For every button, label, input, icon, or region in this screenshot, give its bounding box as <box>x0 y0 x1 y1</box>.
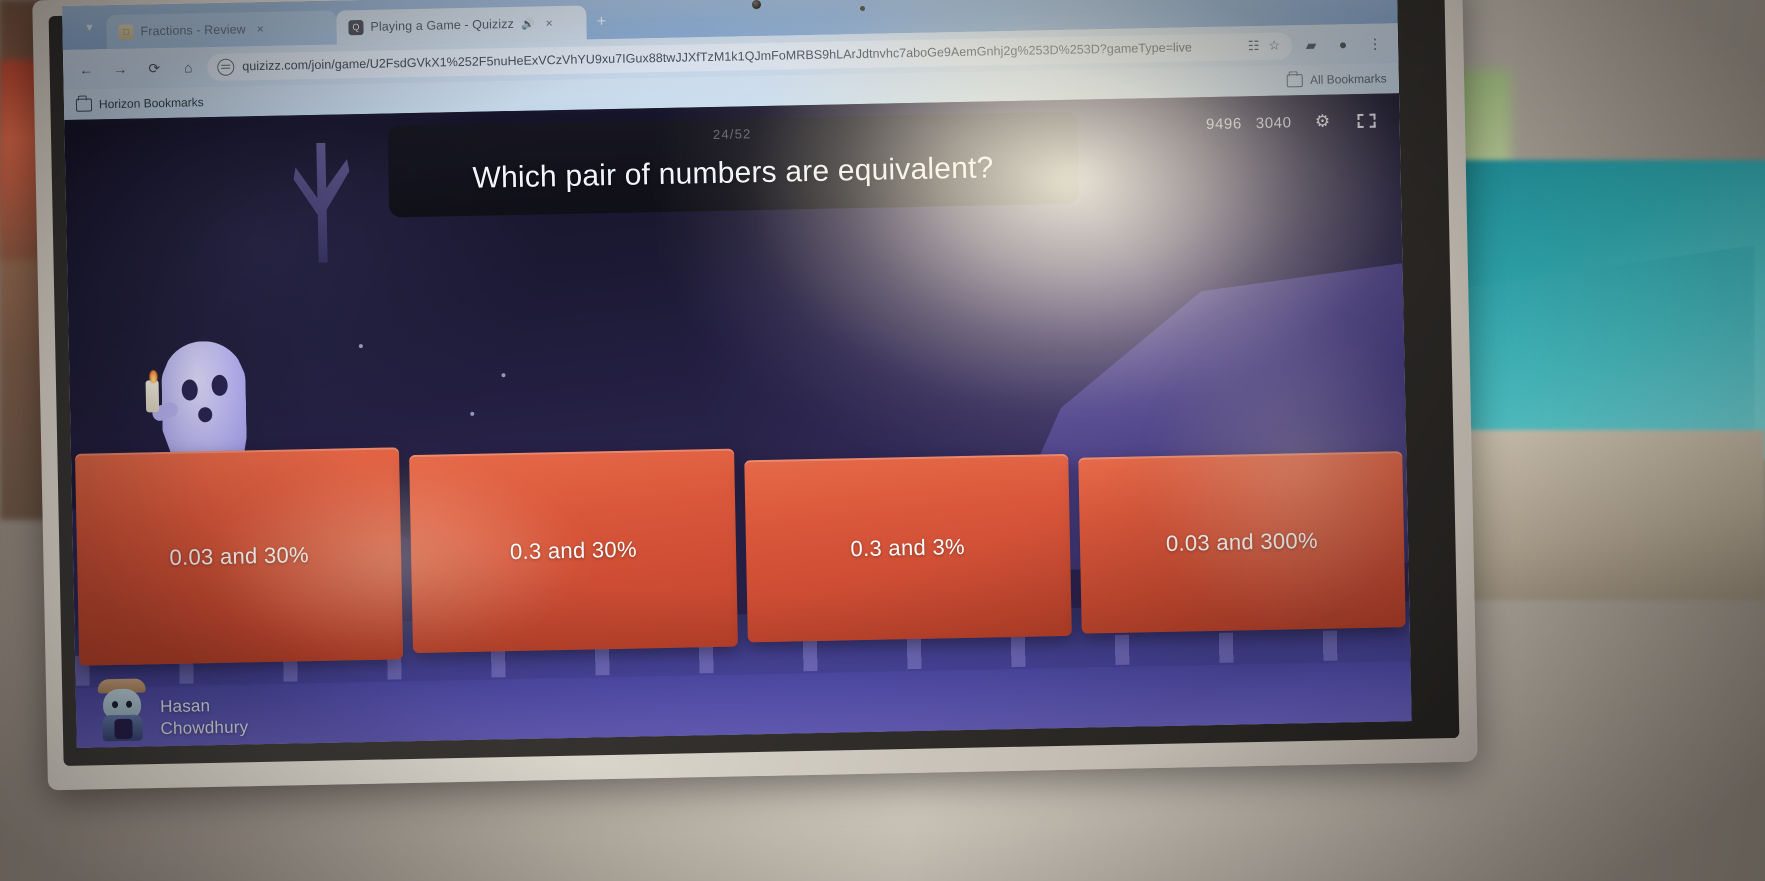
all-bookmarks-label: All Bookmarks <box>1309 71 1387 87</box>
tab-search-chevron-icon[interactable]: ▾ <box>72 5 107 50</box>
forward-icon[interactable]: → <box>105 54 136 85</box>
answer-label: 0.03 and 300% <box>1165 527 1319 556</box>
player-last-name: Chowdhury <box>160 717 249 739</box>
answer-label: 0.3 and 3% <box>850 533 966 562</box>
tab-title: Playing a Game - Quizizz <box>370 16 515 34</box>
home-icon[interactable]: ⌂ <box>173 52 204 83</box>
bookmark-label: Horizon Bookmarks <box>98 95 204 112</box>
question-text: Which pair of numbers are equivalent? <box>472 151 994 196</box>
bookmark-horizon-bookmarks[interactable]: Horizon Bookmarks <box>75 95 204 112</box>
score-secondary: 3040 <box>1255 113 1292 132</box>
star-icon[interactable]: ☆ <box>1268 38 1280 54</box>
fullscreen-icon[interactable] <box>1353 108 1380 135</box>
gear-icon[interactable]: ⚙ <box>1309 108 1336 135</box>
profile-icon[interactable]: ● <box>1328 29 1359 60</box>
score-primary: 9496 <box>1205 114 1242 133</box>
answer-option-3[interactable]: 0.3 and 3% <box>743 453 1072 643</box>
answer-options: 0.03 and 30% 0.3 and 30% 0.3 and 3% 0.03… <box>71 413 1410 666</box>
folder-icon <box>1286 73 1304 87</box>
score-display: 9496 3040 <box>1206 114 1292 133</box>
player-badge: Hasan Chowdhury <box>94 676 249 742</box>
avatar-eye <box>125 700 133 708</box>
sparkle <box>358 344 363 349</box>
answer-option-4[interactable]: 0.03 and 300% <box>1078 451 1406 634</box>
new-tab-button[interactable]: + <box>586 5 617 40</box>
document-icon: □ <box>118 24 134 40</box>
kebab-menu-icon[interactable]: ⋮ <box>1360 28 1391 59</box>
avatar <box>94 678 151 742</box>
quizizz-game-page: 9496 3040 ⚙ Which pair of numbers are eq… <box>64 93 1412 748</box>
avatar-eye <box>111 701 119 709</box>
browser-tab-playing-a-game-quizizz[interactable]: Q Playing a Game - Quizizz 🔊 × <box>336 5 587 45</box>
webcam-led <box>859 5 866 12</box>
player-first-name: Hasan <box>159 695 211 716</box>
tab-audio-icon[interactable]: 🔊 <box>521 17 535 30</box>
answer-label: 0.03 and 30% <box>169 542 310 570</box>
tab-title: Fractions - Review <box>140 22 246 39</box>
answer-label: 0.3 and 30% <box>509 536 638 565</box>
flame-icon <box>149 370 158 384</box>
browser-tab-fractions-review[interactable]: □ Fractions - Review × <box>106 10 337 50</box>
sparkle <box>501 373 506 378</box>
quizizz-icon: Q <box>348 19 364 35</box>
sparkle <box>470 411 475 416</box>
candle-icon <box>145 380 160 413</box>
back-icon[interactable]: ← <box>71 54 102 85</box>
close-icon[interactable]: × <box>546 16 553 30</box>
qr-code-icon[interactable]: ☷ <box>1248 38 1260 54</box>
answer-option-1[interactable]: 0.03 and 30% <box>74 447 404 666</box>
extensions-icon[interactable]: ▰ <box>1296 30 1327 61</box>
reload-icon[interactable]: ⟳ <box>139 53 170 84</box>
question-counter: 24/52 <box>712 126 752 142</box>
game-hud: 9496 3040 ⚙ <box>1206 108 1380 137</box>
folder-icon <box>75 97 93 112</box>
answer-option-2[interactable]: 0.3 and 30% <box>409 448 738 654</box>
player-name: Hasan Chowdhury <box>160 694 249 740</box>
address-bar-url: quizizz.com/join/game/U2FsdGVkX1%252F5nu… <box>242 40 1193 74</box>
close-icon[interactable]: × <box>257 22 264 36</box>
tune-icon[interactable] <box>217 58 235 76</box>
photograph-of-laptop-screen: ▾ □ Fractions - Review × Q Playing a Gam… <box>0 0 1765 881</box>
avatar-backpack <box>114 718 133 740</box>
laptop-screen: ▾ □ Fractions - Review × Q Playing a Gam… <box>62 0 1412 748</box>
all-bookmarks-button[interactable]: All Bookmarks <box>1286 71 1387 87</box>
